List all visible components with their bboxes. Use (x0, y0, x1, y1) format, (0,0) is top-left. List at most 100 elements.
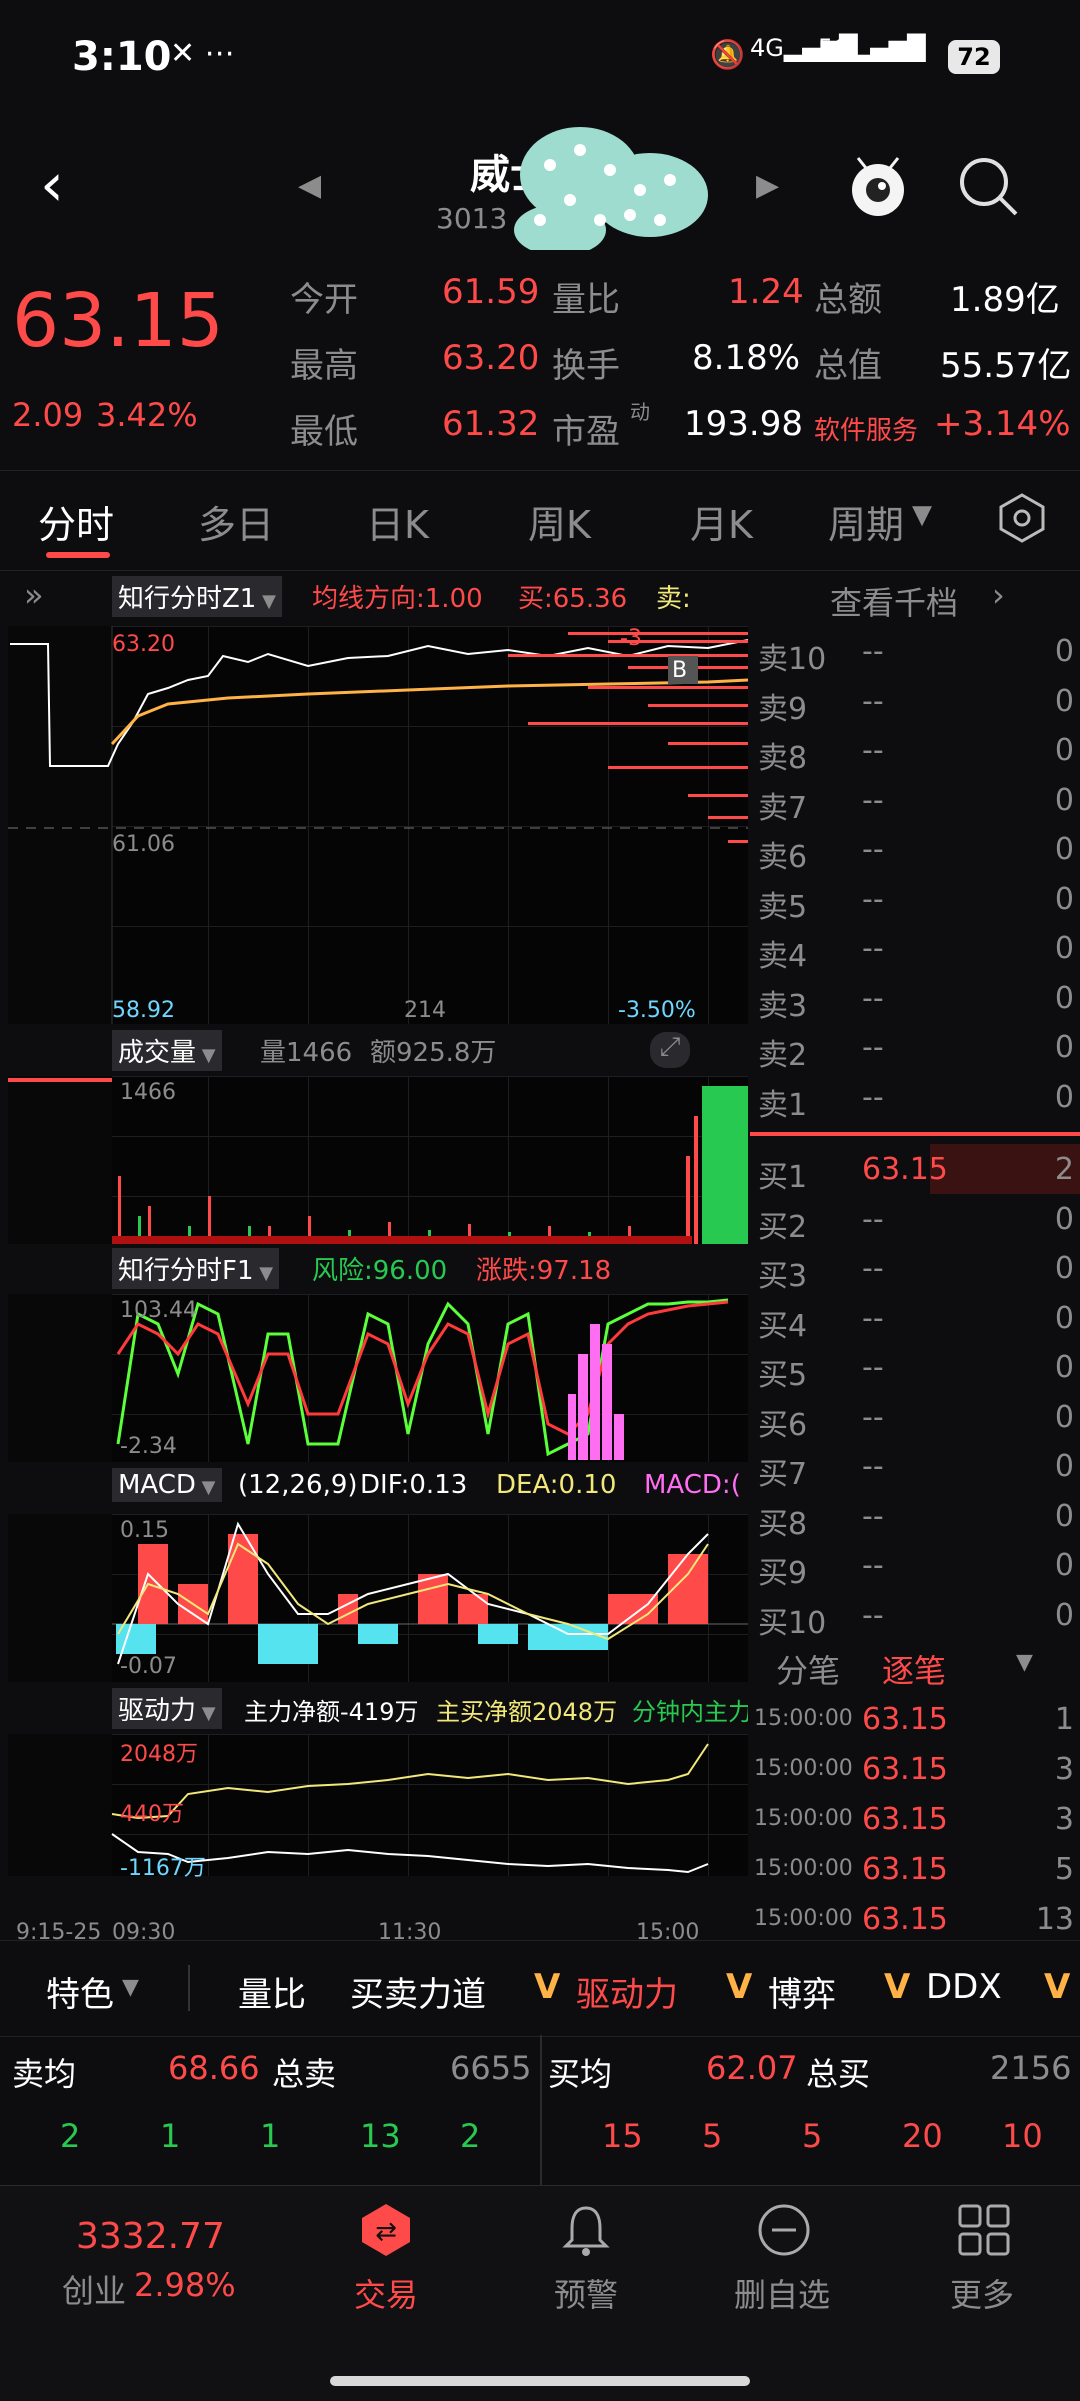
sell-avg-label: 卖均 (12, 2055, 77, 2093)
drive-mid-label: 440万 (120, 1802, 184, 1827)
value-low: 61.32 (442, 404, 540, 444)
sell-level-row[interactable]: 卖5 -- 0 (750, 874, 1080, 925)
tab-daily-k[interactable]: 日K (366, 494, 429, 549)
more-grid-icon[interactable] (956, 2202, 1012, 2262)
view-depth-link[interactable]: 查看千档 (830, 578, 958, 624)
price-bottom-label: 58.92 (112, 998, 175, 1023)
buy-level-volume: 0 (1054, 1350, 1074, 1385)
sell-level-volume: 0 (1054, 832, 1074, 867)
expand-icon[interactable]: ⤢ (650, 1032, 690, 1068)
queue-qty: 2 (60, 2117, 81, 2155)
feature-special[interactable]: 特色 (46, 1967, 114, 2016)
bottom-nav: 3332.77 创业 2.98% ⇄ 交易 预警 删自选 更多 (0, 2185, 1080, 2401)
sector-name[interactable]: 软件服务 (814, 410, 918, 447)
tab-trades[interactable]: 分笔 (776, 1646, 840, 1692)
f1-rise: 涨跌:97.18 (476, 1256, 612, 1286)
feature-drive[interactable]: 驱动力 (576, 1967, 678, 2016)
sell-level-row[interactable]: 卖6 -- 0 (750, 824, 1080, 875)
buy-level-row[interactable]: 买7 -- 0 (750, 1441, 1080, 1492)
nav-alert[interactable]: 预警 (554, 2270, 618, 2316)
drive-selector[interactable]: 驱动力 ▼ (112, 1688, 222, 1729)
view-depth-chevron-icon[interactable]: › (992, 576, 1005, 614)
feature-vol-ratio[interactable]: 量比 (238, 1967, 306, 2016)
sell-level-row[interactable]: 卖1 -- 0 (750, 1072, 1080, 1123)
tick-row: 15:00:00 63.15 1 (750, 1694, 1080, 1744)
macd-selector[interactable]: MACD ▼ (112, 1468, 222, 1502)
sell-level-row[interactable]: 卖7 -- 0 (750, 775, 1080, 826)
value-open: 61.59 (442, 272, 540, 312)
buy-level-volume: 2 (1054, 1152, 1074, 1187)
mute-icon: 🔕 (710, 38, 745, 71)
buy-level-row[interactable]: 买10 -- 0 (750, 1590, 1080, 1641)
sell-level-volume: 0 (1054, 881, 1074, 917)
sell-level-price: -- (862, 782, 884, 818)
next-stock-icon[interactable]: ▶ (756, 168, 779, 203)
label-mktcap: 总值 (814, 346, 882, 386)
buy-level-row[interactable]: 买1 63.15 2 (750, 1144, 1080, 1195)
indicator-f1-selector[interactable]: 知行分时F1 ▼ (112, 1248, 280, 1289)
tick-row: 15:00:00 63.15 3 (750, 1744, 1080, 1794)
sell-signal: 卖: (656, 584, 691, 614)
index-value[interactable]: 3332.77 (76, 2216, 225, 2257)
sell-level-row[interactable]: 卖2 -- 0 (750, 1022, 1080, 1073)
sell-total-value: 6655 (450, 2049, 532, 2087)
index-name[interactable]: 创业 (62, 2266, 126, 2312)
label-pe: 市盈 (552, 412, 620, 452)
tab-each-trade[interactable]: 逐笔 (882, 1646, 946, 1692)
robot-icon[interactable] (848, 150, 908, 224)
sell-level-row[interactable]: 卖8 -- 0 (750, 725, 1080, 776)
search-icon[interactable] (956, 154, 1020, 222)
settings-hex-icon[interactable] (996, 492, 1048, 548)
collapse-icon[interactable]: » (24, 576, 44, 614)
drive-bottom-label: -1167万 (120, 1856, 206, 1881)
index-pct[interactable]: 2.98% (134, 2266, 236, 2304)
sell-level-row[interactable]: 卖4 -- 0 (750, 923, 1080, 974)
price-top-label: 63.20 (112, 632, 175, 657)
period-dropdown-icon[interactable]: ▼ (912, 500, 932, 530)
buy-level-row[interactable]: 买9 -- 0 (750, 1540, 1080, 1591)
sell-level-price: -- (862, 832, 884, 867)
sell-level-row[interactable]: 卖9 -- 0 (750, 676, 1080, 727)
buy-total-value: 2156 (990, 2049, 1072, 2087)
feature-buy-sell-force[interactable]: 买卖力道 (350, 1967, 486, 2016)
sector-pct[interactable]: +3.14% (934, 404, 1071, 444)
buy-level-row[interactable]: 买6 -- 0 (750, 1392, 1080, 1443)
battery-icon: 72 (948, 40, 1000, 74)
buy-level-row[interactable]: 买3 -- 0 (750, 1243, 1080, 1294)
buy-level-row[interactable]: 买4 -- 0 (750, 1293, 1080, 1344)
nav-more[interactable]: 更多 (950, 2270, 1014, 2316)
tab-weekly-k[interactable]: 周K (528, 494, 591, 549)
buy-level-price: -- (862, 1597, 884, 1633)
prev-stock-icon[interactable]: ◀ (298, 168, 321, 203)
buy-level-volume: 0 (1054, 1399, 1074, 1435)
tab-period[interactable]: 周期 (828, 494, 904, 549)
remove-watchlist-icon[interactable] (756, 2202, 812, 2262)
tab-multiday[interactable]: 多日 (198, 494, 274, 549)
label-high: 最高 (290, 346, 358, 386)
trade-icon[interactable]: ⇄ (358, 2202, 414, 2262)
indicator-z1-selector[interactable]: 知行分时Z1 ▼ (112, 576, 282, 617)
tab-monthly-k[interactable]: 月K (690, 494, 753, 549)
back-icon[interactable]: ‹ (40, 150, 64, 220)
tick-list: 15:00:00 63.15 1 15:00:00 63.15 3 15:00:00 63.1… (750, 1694, 1080, 1937)
nav-remove-watchlist[interactable]: 删自选 (734, 2270, 830, 2316)
sell-level-row[interactable]: 卖10 -- 0 (750, 626, 1080, 677)
feature-game[interactable]: 博弈 (768, 1967, 836, 2016)
value-mktcap: 55.57亿 (940, 346, 1072, 386)
feature-special-dropdown-icon[interactable]: ▼ (122, 1975, 139, 2000)
buy-level-row[interactable]: 买8 -- 0 (750, 1491, 1080, 1542)
tick-price: 63.15 (862, 1702, 948, 1737)
sell-level-row[interactable]: 卖3 -- 0 (750, 973, 1080, 1024)
buy-level-row[interactable]: 买5 -- 0 (750, 1342, 1080, 1393)
value-pe: 193.98 (684, 404, 803, 444)
nav-trade[interactable]: 交易 (354, 2270, 418, 2316)
trades-dropdown-icon[interactable]: ▼ (1016, 1650, 1033, 1675)
tab-intraday[interactable]: 分时 (38, 494, 114, 549)
feature-ddx[interactable]: DDX (926, 1967, 1002, 2007)
price-chart[interactable]: 63.20 61.06 58.92 214 -3.50% B -3 (8, 626, 748, 1024)
chart-area: » 知行分时Z1 ▼ 均线方向:1.00 买:65.36 卖: 63.20 61… (0, 570, 750, 1945)
buy-level-row[interactable]: 买2 -- 0 (750, 1194, 1080, 1245)
sell-level-price: -- (862, 733, 884, 768)
bell-icon[interactable] (558, 2202, 614, 2262)
volume-selector[interactable]: 成交量 ▼ (112, 1030, 222, 1071)
